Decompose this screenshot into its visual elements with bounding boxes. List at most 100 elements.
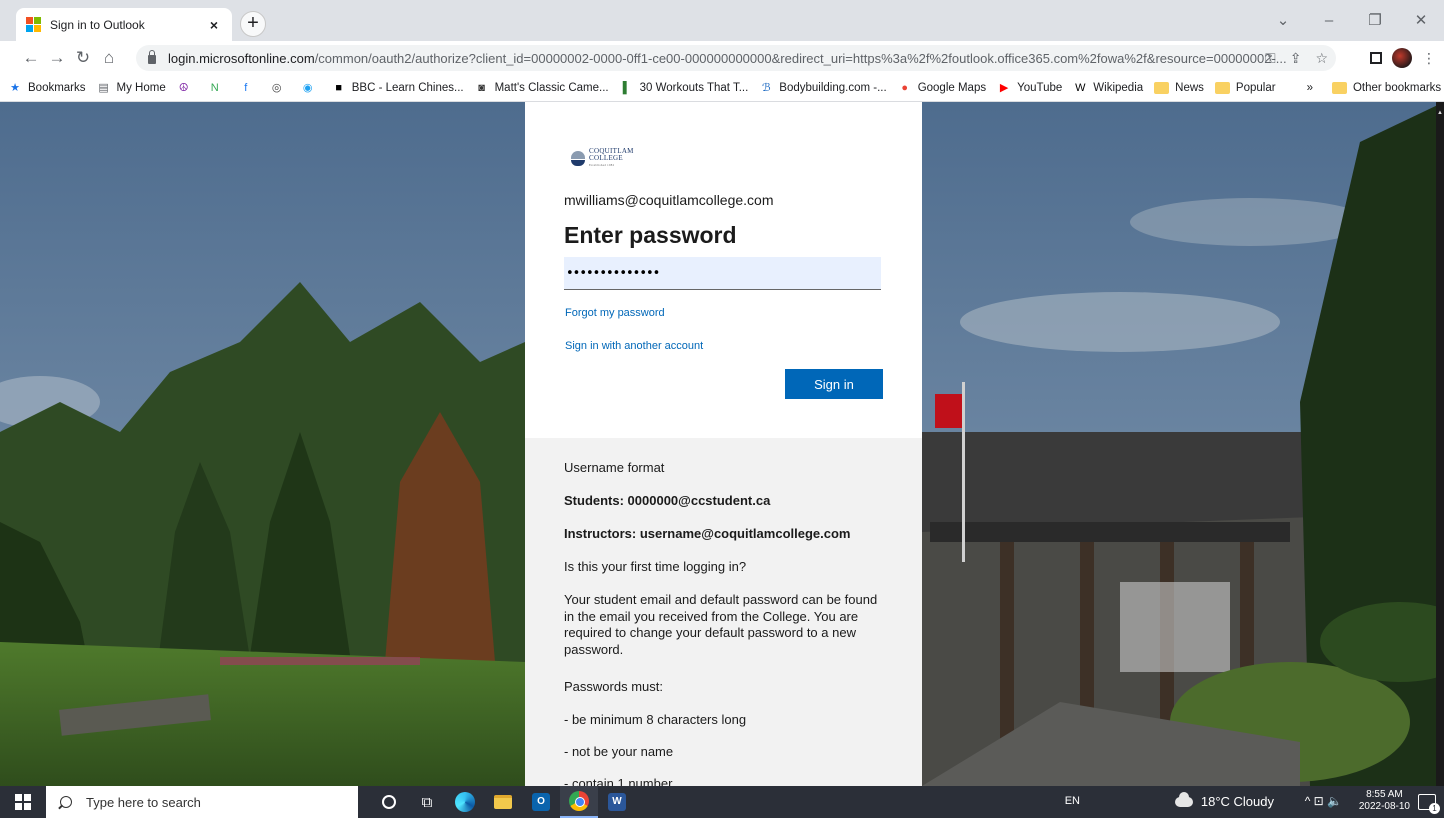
folder-icon bbox=[1154, 82, 1170, 94]
bookmark-item[interactable]: ◉ bbox=[301, 81, 321, 95]
bookmark-label: YouTube bbox=[1017, 82, 1063, 94]
tray-icons[interactable]: ^ ⊡ 🔈 bbox=[1305, 794, 1342, 808]
back-arrow-icon[interactable]: ← bbox=[18, 45, 44, 71]
tab-bar: Sign in to Outlook × + ⌄ – ❐ ✕ bbox=[0, 0, 1444, 41]
bookmark-label: Bookmarks bbox=[28, 82, 86, 94]
tab-title: Sign in to Outlook bbox=[50, 17, 145, 32]
close-window-button[interactable]: ✕ bbox=[1398, 0, 1444, 41]
forward-arrow-icon[interactable]: → bbox=[44, 45, 70, 71]
taskbar-search-box[interactable]: Type here to search bbox=[46, 786, 358, 818]
bookmark-label: Popular bbox=[1235, 82, 1276, 94]
task-view-button[interactable]: ⧉ bbox=[408, 786, 446, 818]
windows-start-button[interactable] bbox=[10, 789, 36, 815]
username-format-label: Username format bbox=[564, 460, 665, 475]
microsoft-icon bbox=[26, 16, 42, 33]
bookmark-item[interactable]: W Wikipedia bbox=[1073, 81, 1143, 95]
notification-badge: 1 bbox=[1429, 803, 1440, 814]
password-rule-number: - contain 1 number bbox=[564, 776, 673, 786]
tab-close-icon[interactable]: × bbox=[206, 17, 222, 33]
share-icon[interactable]: ⇪ bbox=[1290, 50, 1302, 67]
first-time-question: Is this your first time logging in? bbox=[564, 559, 747, 574]
bookmark-label: 30 Workouts That T... bbox=[639, 82, 749, 94]
bookmark-item[interactable]: News bbox=[1154, 82, 1204, 94]
side-panel-icon[interactable] bbox=[1370, 52, 1382, 64]
bookmark-item[interactable]: ▌ 30 Workouts That T... bbox=[620, 81, 749, 95]
bookmark-item[interactable]: ● Google Maps bbox=[898, 81, 986, 95]
college-logo-text: COQUITLAM COLLEGE Established 1982 bbox=[589, 148, 634, 169]
password-field[interactable] bbox=[564, 257, 881, 290]
bookmark-label: Bodybuilding.com -... bbox=[779, 82, 887, 94]
notification-center-icon[interactable]: 1 bbox=[1418, 794, 1440, 814]
outlook-button[interactable]: O bbox=[522, 786, 560, 818]
windows-taskbar: Type here to search ⧉ O W EN 18°C Cloudy… bbox=[0, 786, 1444, 818]
bookmarks-overflow-button[interactable]: » bbox=[1307, 82, 1313, 94]
edge-button[interactable] bbox=[446, 786, 484, 818]
bookmark-item[interactable]: N bbox=[208, 81, 228, 95]
chrome-button[interactable] bbox=[560, 786, 598, 818]
lock-icon[interactable] bbox=[148, 50, 156, 64]
sign-in-another-account-link[interactable]: Sign in with another account bbox=[565, 340, 703, 352]
bookmark-item[interactable]: ▶ YouTube bbox=[997, 81, 1062, 95]
search-icon bbox=[60, 796, 72, 808]
new-tab-button[interactable]: + bbox=[240, 11, 266, 37]
bookmark-label: News bbox=[1175, 82, 1204, 94]
bookmark-item[interactable]: Popular bbox=[1214, 82, 1276, 94]
minimize-button[interactable]: – bbox=[1306, 0, 1352, 41]
bookmark-label: Wikipedia bbox=[1093, 82, 1144, 94]
workout-icon: ▌ bbox=[622, 82, 631, 94]
word-button[interactable]: W bbox=[598, 786, 636, 818]
toolbar-right: ⋮ bbox=[1370, 41, 1444, 75]
menu-dots-icon[interactable]: ⋮ bbox=[1422, 50, 1436, 67]
page-scrollbar[interactable]: ▲ bbox=[1436, 102, 1444, 786]
file-explorer-icon bbox=[494, 795, 512, 809]
chrome-icon bbox=[569, 791, 589, 811]
bookmarks-bar: ★ Bookmarks ▤ My Home ☮ Nf ◎ ◉ ■ BBC - Learn Chin… bbox=[0, 75, 1444, 102]
url-text[interactable]: login.microsoftonline.com/common/oauth2/… bbox=[168, 51, 1287, 66]
weather-widget[interactable]: 18°C Cloudy bbox=[1174, 791, 1274, 809]
page-icon: ▤ bbox=[98, 82, 109, 94]
bookmark-item[interactable]: ℬ Bodybuilding.com -... bbox=[759, 81, 887, 95]
clock-date: 2022-08-10 bbox=[1358, 801, 1410, 812]
address-bar[interactable]: login.microsoftonline.com/common/oauth2/… bbox=[136, 45, 1336, 71]
other-bookmarks[interactable]: Other bookmarks bbox=[1331, 82, 1441, 94]
bookmark-label: Matt's Classic Came... bbox=[494, 82, 609, 94]
bookmark-item[interactable]: f bbox=[239, 81, 259, 95]
key-icon[interactable]: ⚿ bbox=[1265, 50, 1276, 67]
url-path: /common/oauth2/authorize?client_id=00000… bbox=[314, 50, 1287, 66]
tab-sign-in-outlook[interactable]: Sign in to Outlook × bbox=[16, 8, 232, 41]
forgot-password-link[interactable]: Forgot my password bbox=[565, 307, 665, 319]
bookmark-label: Google Maps bbox=[917, 82, 987, 94]
bb-icon: ℬ bbox=[761, 82, 771, 94]
facebook-icon: f bbox=[244, 82, 248, 94]
bookmark-item[interactable]: ★ Bookmarks bbox=[8, 81, 86, 95]
restore-button[interactable]: ❐ bbox=[1352, 0, 1398, 41]
url-domain: login.microsoftonline.com bbox=[168, 50, 315, 66]
page-title: Enter password bbox=[564, 222, 737, 248]
reload-icon[interactable]: ↻ bbox=[70, 45, 96, 71]
tab-search-icon[interactable]: ⌄ bbox=[1260, 0, 1306, 41]
home-icon[interactable]: ⌂ bbox=[96, 45, 122, 71]
clock-time: 8:55 AM bbox=[1366, 789, 1403, 800]
cortana-button[interactable] bbox=[370, 786, 408, 818]
bookmark-item[interactable]: ◎ bbox=[270, 81, 290, 95]
profile-avatar[interactable] bbox=[1392, 48, 1412, 68]
scroll-up-icon[interactable]: ▲ bbox=[1436, 110, 1444, 116]
file-explorer-button[interactable] bbox=[484, 786, 522, 818]
info-panel: Username format Students: 0000000@ccstud… bbox=[525, 438, 922, 786]
folder-icon bbox=[1214, 82, 1230, 94]
account-identity[interactable]: mwilliams@coquitlamcollege.com bbox=[564, 192, 774, 208]
instructors-format: Instructors: username@coquitlamcollege.c… bbox=[564, 526, 851, 541]
bookmark-star-icon[interactable]: ☆ bbox=[1315, 50, 1328, 67]
language-indicator[interactable]: EN bbox=[1065, 795, 1080, 807]
bookmark-item[interactable]: ▤ My Home bbox=[97, 81, 165, 95]
bookmark-item[interactable]: ■ BBC - Learn Chines... bbox=[332, 81, 463, 95]
college-crest-icon bbox=[571, 150, 585, 167]
logo-line3: Established 1982 bbox=[589, 163, 615, 167]
bookmark-item[interactable]: ◙ Matt's Classic Came... bbox=[475, 81, 609, 95]
n-icon: N bbox=[210, 82, 219, 94]
logo-line2: COLLEGE bbox=[589, 154, 623, 162]
passwords-must-label: Passwords must: bbox=[564, 679, 663, 694]
bookmark-item[interactable]: ☮ bbox=[177, 81, 197, 95]
taskbar-clock[interactable]: 8:55 AM 2022-08-10 bbox=[1359, 789, 1410, 813]
sign-in-button[interactable]: Sign in bbox=[785, 369, 883, 399]
